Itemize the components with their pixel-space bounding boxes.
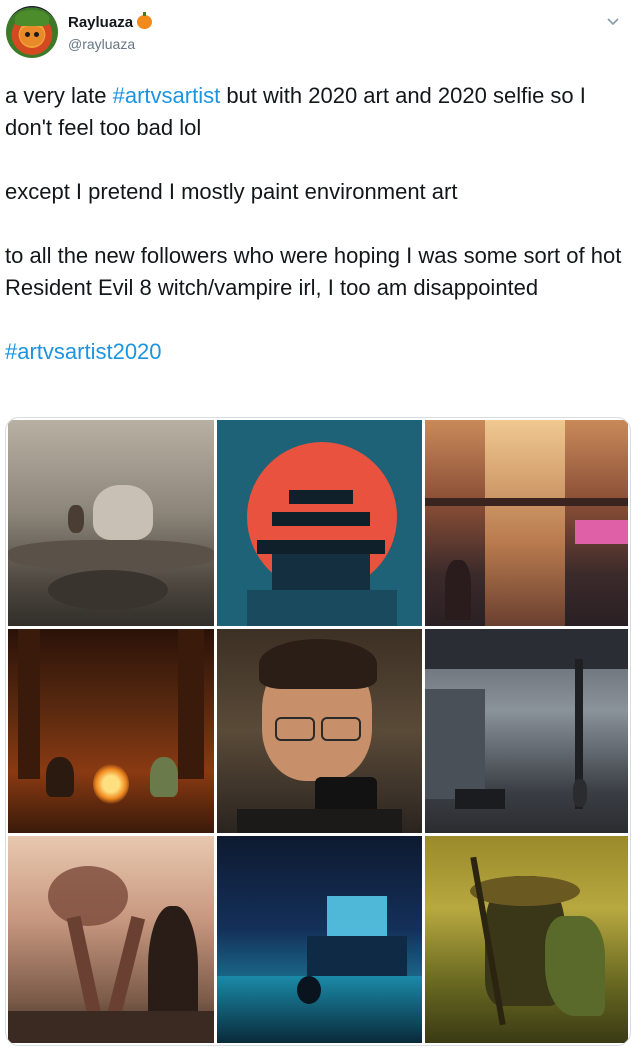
- avatar-eye: [34, 32, 39, 37]
- campfire-forest-painting[interactable]: [8, 629, 214, 833]
- user-handle[interactable]: @rayluaza: [68, 36, 135, 52]
- forest-witch-with-staff-painting[interactable]: [425, 836, 628, 1043]
- avatar-hat: [15, 10, 49, 26]
- tweet-paragraph-4: #artvsartist2020: [5, 336, 625, 368]
- display-name-text: Rayluaza: [68, 14, 134, 31]
- tweet-text: a very late #artvsartist but with 2020 a…: [5, 80, 625, 368]
- artist-selfie-photo[interactable]: [217, 629, 422, 833]
- media-grid: [5, 417, 631, 1046]
- tweet-text-segment: a very late: [5, 83, 113, 108]
- avatar-eye: [25, 32, 30, 37]
- chevron-down-icon[interactable]: [603, 12, 623, 32]
- tweet-paragraph-3: to all the new followers who were hoping…: [5, 243, 622, 300]
- red-sun-pagoda-painting[interactable]: [217, 420, 422, 626]
- blue-lit-room-painting[interactable]: [217, 836, 422, 1043]
- hashtag-link[interactable]: #artvsartist: [113, 83, 221, 108]
- avatar-face: [20, 26, 44, 46]
- tweet-paragraph-2: except I pretend I mostly paint environm…: [5, 179, 458, 204]
- sunlit-market-alley-painting[interactable]: [425, 420, 628, 626]
- bear-and-child-on-fallen-log-painting[interactable]: [8, 420, 214, 626]
- tweet-paragraph-1: a very late #artvsartist but with 2020 a…: [5, 80, 625, 144]
- display-name[interactable]: Rayluaza: [68, 12, 153, 31]
- giant-creature-silhouette-painting[interactable]: [8, 836, 214, 1043]
- train-station-platform-painting[interactable]: [425, 629, 628, 833]
- avatar[interactable]: [6, 6, 58, 58]
- tweet-header: Rayluaza @rayluaza: [0, 0, 635, 70]
- pumpkin-icon: [137, 12, 153, 29]
- hashtag-link[interactable]: #artvsartist2020: [5, 339, 162, 364]
